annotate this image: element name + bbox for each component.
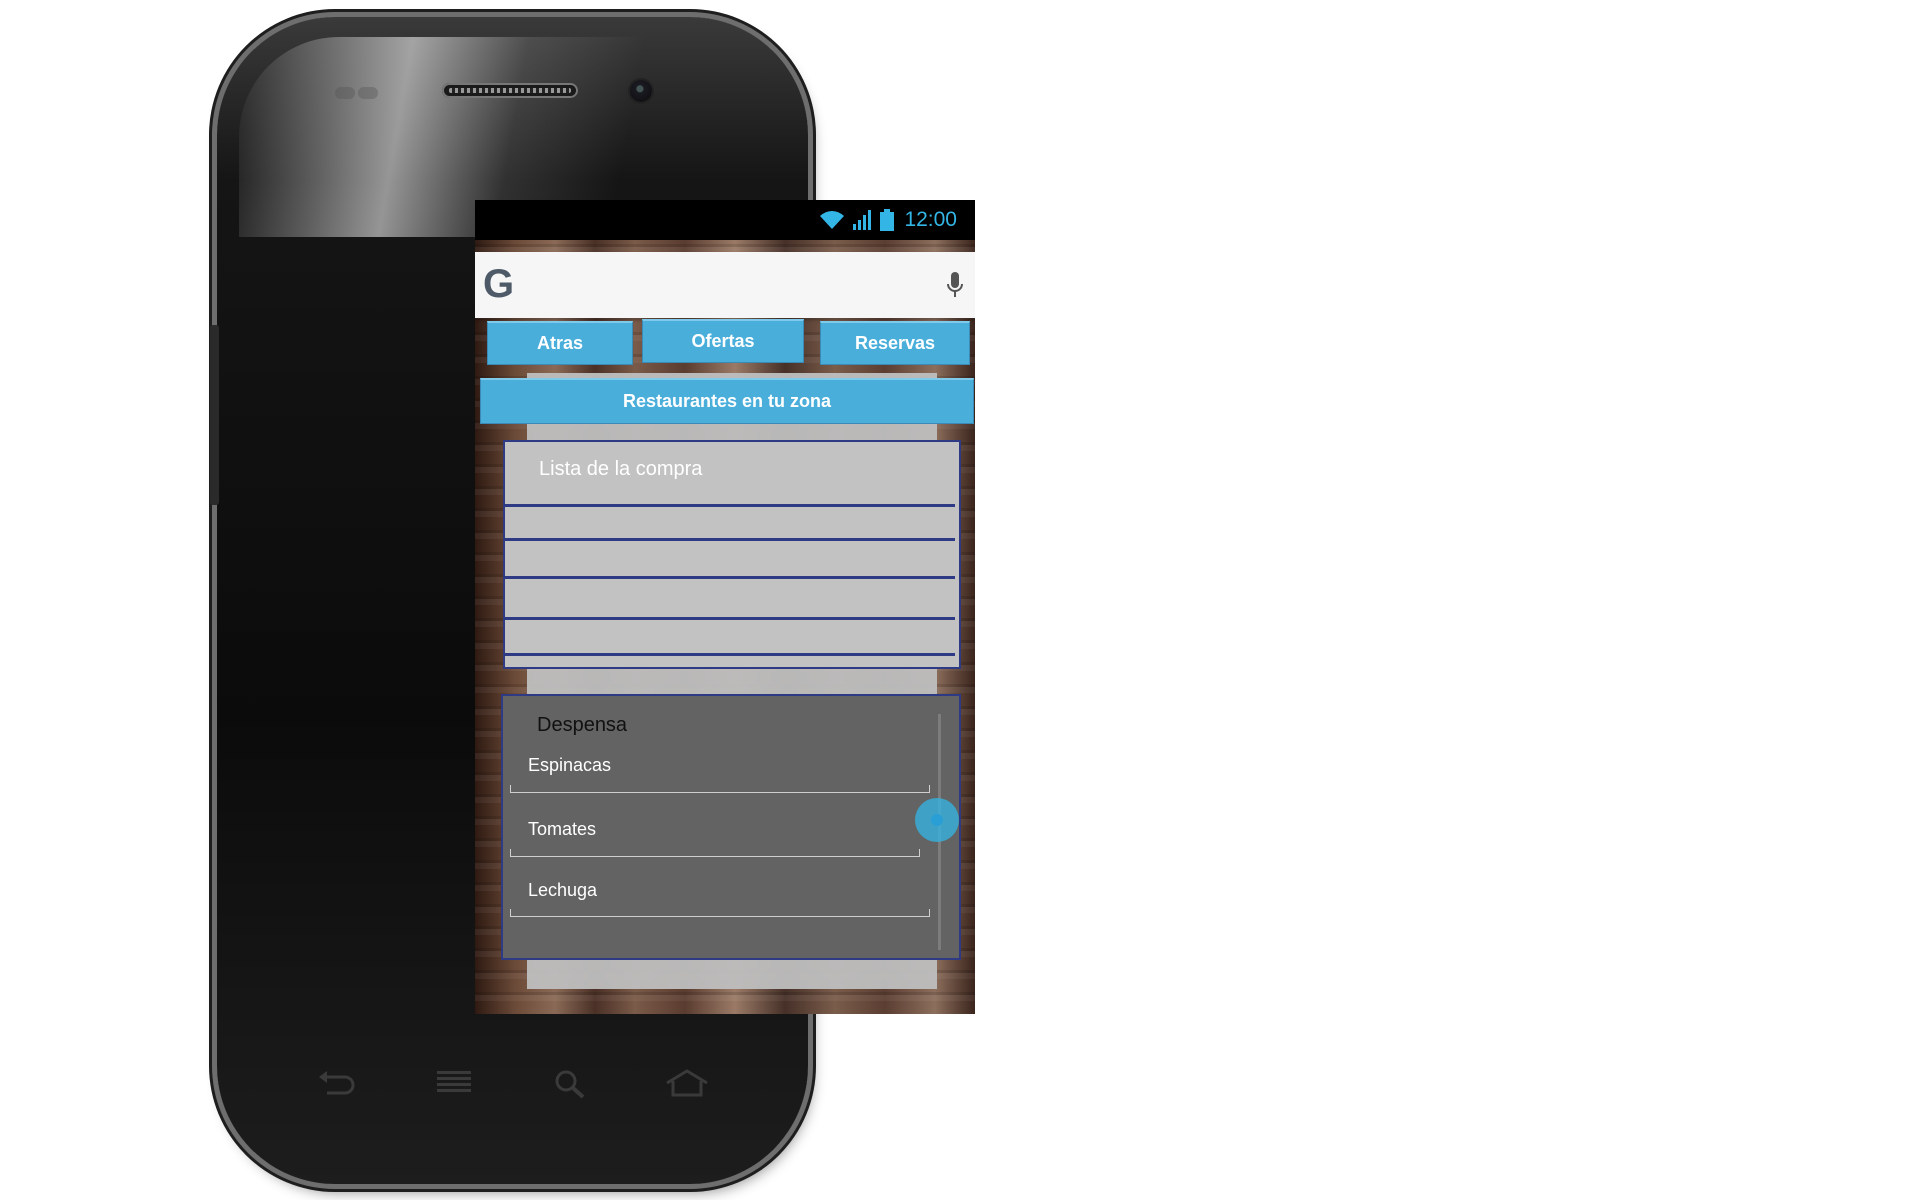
shopping-list-row[interactable] — [505, 576, 955, 579]
home-icon[interactable] — [665, 1069, 709, 1097]
google-logo: G — [483, 262, 515, 306]
google-search-bar[interactable]: G — [475, 252, 975, 318]
scroll-thumb[interactable] — [915, 798, 959, 842]
back-button-label: Atras — [536, 333, 584, 353]
earpiece-speaker — [442, 83, 578, 98]
signal-icon — [853, 210, 872, 230]
light-sensor — [358, 87, 378, 99]
pantry-item[interactable]: Tomates — [528, 819, 596, 840]
pantry-panel: Despensa Espinacas Tomates Lechuga — [501, 694, 961, 960]
pantry-item[interactable]: Espinacas — [528, 755, 611, 776]
search-icon[interactable] — [553, 1069, 587, 1099]
front-camera — [630, 80, 652, 102]
pantry-title: Despensa — [537, 714, 628, 736]
proximity-sensor — [335, 87, 355, 99]
volume-rocker[interactable] — [210, 325, 219, 505]
reservations-button[interactable]: Reservas — [820, 321, 970, 365]
shopping-list-panel: Lista de la compra — [503, 440, 961, 669]
pantry-item-divider — [510, 785, 930, 793]
shopping-list-row[interactable] — [505, 617, 955, 620]
offers-button[interactable]: Ofertas — [642, 319, 804, 363]
reservations-button-label: Reservas — [854, 333, 936, 353]
status-bar: 12:00 — [475, 200, 975, 240]
pantry-item[interactable]: Lechuga — [528, 880, 597, 901]
nearby-restaurants-label: Restaurantes en tu zona — [622, 391, 832, 411]
pantry-item-divider — [510, 849, 920, 857]
clock: 12:00 — [904, 208, 957, 231]
back-button[interactable]: Atras — [487, 321, 633, 365]
nearby-restaurants-button[interactable]: Restaurantes en tu zona — [480, 378, 974, 424]
pantry-item-divider — [510, 909, 930, 917]
menu-icon[interactable] — [435, 1069, 473, 1097]
phone-screen: 12:00 G Atras Ofertas Reservas Restauran… — [475, 200, 975, 1014]
back-icon[interactable] — [317, 1069, 357, 1097]
offers-button-label: Ofertas — [691, 331, 755, 351]
phone-frame: 12:00 G Atras Ofertas Reservas Restauran… — [217, 17, 975, 1184]
battery-icon — [880, 209, 895, 231]
shopping-list-row[interactable] — [505, 538, 955, 541]
wifi-icon — [820, 211, 845, 229]
shopping-list-row[interactable] — [505, 653, 955, 656]
shopping-list-title: Lista de la compra — [539, 458, 703, 480]
microphone-icon[interactable] — [947, 272, 963, 300]
shopping-list-row[interactable] — [505, 504, 955, 507]
